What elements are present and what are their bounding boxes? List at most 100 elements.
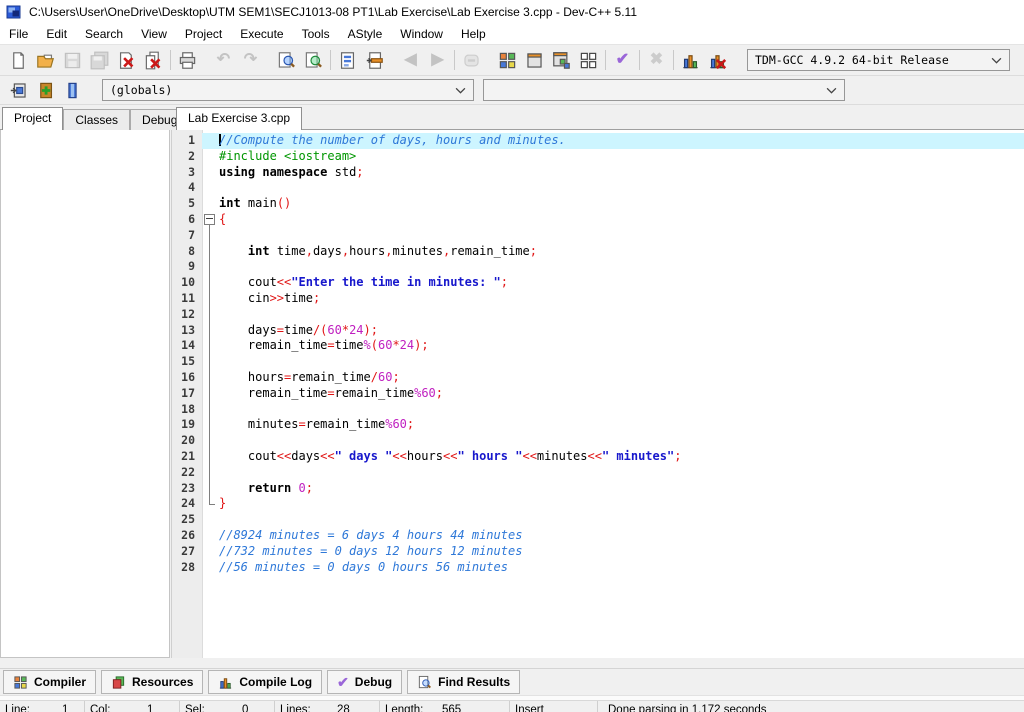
line-number[interactable]: 3 bbox=[172, 165, 202, 181]
profile-button[interactable] bbox=[677, 48, 704, 72]
code-line[interactable]: 6{ bbox=[172, 212, 1024, 228]
code-line[interactable]: 11 cin>>time; bbox=[172, 291, 1024, 307]
report-tab-compile-log[interactable]: Compile Log bbox=[208, 670, 322, 694]
menu-item-window[interactable]: Window bbox=[391, 25, 452, 43]
menu-item-project[interactable]: Project bbox=[176, 25, 231, 43]
code-line[interactable]: 4 bbox=[172, 180, 1024, 196]
line-number[interactable]: 20 bbox=[172, 433, 202, 449]
line-number[interactable]: 6 bbox=[172, 212, 202, 228]
compile-run-button[interactable] bbox=[548, 48, 575, 72]
line-number[interactable]: 27 bbox=[172, 544, 202, 560]
line-number[interactable]: 10 bbox=[172, 275, 202, 291]
goto-line-button[interactable] bbox=[334, 48, 361, 72]
code-editor[interactable]: 1//Compute the number of days, hours and… bbox=[171, 130, 1024, 658]
rebuild-button[interactable] bbox=[575, 48, 602, 72]
code-line[interactable]: 23 return 0; bbox=[172, 481, 1024, 497]
code-line[interactable]: 8 int time,days,hours,minutes,remain_tim… bbox=[172, 244, 1024, 260]
line-number[interactable]: 28 bbox=[172, 560, 202, 576]
run-button[interactable] bbox=[521, 48, 548, 72]
code-line[interactable]: 2#include <iostream> bbox=[172, 149, 1024, 165]
replace-button[interactable] bbox=[300, 48, 327, 72]
swap-header-source-button[interactable] bbox=[361, 48, 388, 72]
code-line[interactable]: 25 bbox=[172, 512, 1024, 528]
project-panel[interactable] bbox=[0, 130, 170, 658]
panel-tab-classes[interactable]: Classes bbox=[63, 109, 130, 130]
fold-marker[interactable] bbox=[202, 212, 219, 228]
menu-item-search[interactable]: Search bbox=[76, 25, 132, 43]
line-number[interactable]: 24 bbox=[172, 496, 202, 512]
open-file-button[interactable] bbox=[32, 48, 59, 72]
line-number[interactable]: 13 bbox=[172, 323, 202, 339]
code-line[interactable]: 3using namespace std; bbox=[172, 165, 1024, 181]
code-line[interactable]: 5int main() bbox=[172, 196, 1024, 212]
line-number[interactable]: 7 bbox=[172, 228, 202, 244]
line-number[interactable]: 17 bbox=[172, 386, 202, 402]
line-number[interactable]: 2 bbox=[172, 149, 202, 165]
code-line[interactable]: 15 bbox=[172, 354, 1024, 370]
compiler-profile-select[interactable]: TDM-GCC 4.9.2 64-bit Release bbox=[747, 49, 1010, 71]
insert-button[interactable] bbox=[5, 78, 32, 102]
report-tab-find-results[interactable]: Find Results bbox=[407, 670, 520, 694]
code-line[interactable]: 7 bbox=[172, 228, 1024, 244]
code-line[interactable]: 28//56 minutes = 0 days 0 hours 56 minut… bbox=[172, 560, 1024, 576]
line-number[interactable]: 9 bbox=[172, 259, 202, 275]
code-line[interactable]: 26//8924 minutes = 6 days 4 hours 44 min… bbox=[172, 528, 1024, 544]
line-number[interactable]: 19 bbox=[172, 417, 202, 433]
line-number[interactable]: 14 bbox=[172, 338, 202, 354]
menu-item-help[interactable]: Help bbox=[452, 25, 495, 43]
line-number[interactable]: 8 bbox=[172, 244, 202, 260]
menu-item-astyle[interactable]: AStyle bbox=[339, 25, 392, 43]
print-button[interactable] bbox=[174, 48, 201, 72]
editor-tab-lab-exercise-3-cpp[interactable]: Lab Exercise 3.cpp bbox=[176, 107, 302, 130]
line-number[interactable]: 21 bbox=[172, 449, 202, 465]
report-tab-compiler[interactable]: Compiler bbox=[3, 670, 96, 694]
code-line[interactable]: 10 cout<<"Enter the time in minutes: "; bbox=[172, 275, 1024, 291]
line-number[interactable]: 1 bbox=[172, 133, 202, 149]
code-line[interactable]: 27//732 minutes = 0 days 12 hours 12 min… bbox=[172, 544, 1024, 560]
line-number[interactable]: 15 bbox=[172, 354, 202, 370]
code-line[interactable]: 20 bbox=[172, 433, 1024, 449]
code-line[interactable]: 21 cout<<days<<" days "<<hours<<" hours … bbox=[172, 449, 1024, 465]
member-select[interactable] bbox=[483, 79, 845, 101]
close-all-button[interactable] bbox=[140, 48, 167, 72]
menu-item-view[interactable]: View bbox=[132, 25, 176, 43]
line-number[interactable]: 11 bbox=[172, 291, 202, 307]
delete-profiling-button[interactable] bbox=[704, 48, 731, 72]
compile-button[interactable] bbox=[494, 48, 521, 72]
line-number[interactable]: 25 bbox=[172, 512, 202, 528]
menu-item-execute[interactable]: Execute bbox=[231, 25, 292, 43]
class-select[interactable]: (globals) bbox=[102, 79, 474, 101]
line-number[interactable]: 16 bbox=[172, 370, 202, 386]
code-line[interactable]: 9 bbox=[172, 259, 1024, 275]
goto-bookmark-button[interactable] bbox=[59, 78, 86, 102]
menu-item-edit[interactable]: Edit bbox=[37, 25, 76, 43]
line-number[interactable]: 18 bbox=[172, 402, 202, 418]
new-file-button[interactable] bbox=[5, 48, 32, 72]
panel-tab-project[interactable]: Project bbox=[2, 107, 63, 130]
code-line[interactable]: 19 minutes=remain_time%60; bbox=[172, 417, 1024, 433]
code-line[interactable]: 13 days=time/(60*24); bbox=[172, 323, 1024, 339]
add-bookmark-button[interactable] bbox=[32, 78, 59, 102]
code-line[interactable]: 18 bbox=[172, 402, 1024, 418]
code-line[interactable]: 22 bbox=[172, 465, 1024, 481]
code-line[interactable]: 17 remain_time=remain_time%60; bbox=[172, 386, 1024, 402]
fold-collapse-icon[interactable] bbox=[204, 214, 215, 225]
line-number[interactable]: 26 bbox=[172, 528, 202, 544]
syntax-check-button[interactable]: ✔ bbox=[609, 48, 636, 72]
line-number[interactable]: 23 bbox=[172, 481, 202, 497]
menu-item-file[interactable]: File bbox=[0, 25, 37, 43]
report-tab-resources[interactable]: Resources bbox=[101, 670, 203, 694]
splitter[interactable] bbox=[0, 658, 1024, 668]
code-line[interactable]: 16 hours=remain_time/60; bbox=[172, 370, 1024, 386]
line-number[interactable]: 22 bbox=[172, 465, 202, 481]
line-number[interactable]: 5 bbox=[172, 196, 202, 212]
code-line[interactable]: 1//Compute the number of days, hours and… bbox=[172, 133, 1024, 149]
find-button[interactable] bbox=[273, 48, 300, 72]
close-file-button[interactable] bbox=[113, 48, 140, 72]
menu-item-tools[interactable]: Tools bbox=[293, 25, 339, 43]
code-line[interactable]: 14 remain_time=time%(60*24); bbox=[172, 338, 1024, 354]
code-line[interactable]: 12 bbox=[172, 307, 1024, 323]
line-number[interactable]: 4 bbox=[172, 180, 202, 196]
report-tab-debug[interactable]: ✔Debug bbox=[327, 670, 402, 694]
line-number[interactable]: 12 bbox=[172, 307, 202, 323]
